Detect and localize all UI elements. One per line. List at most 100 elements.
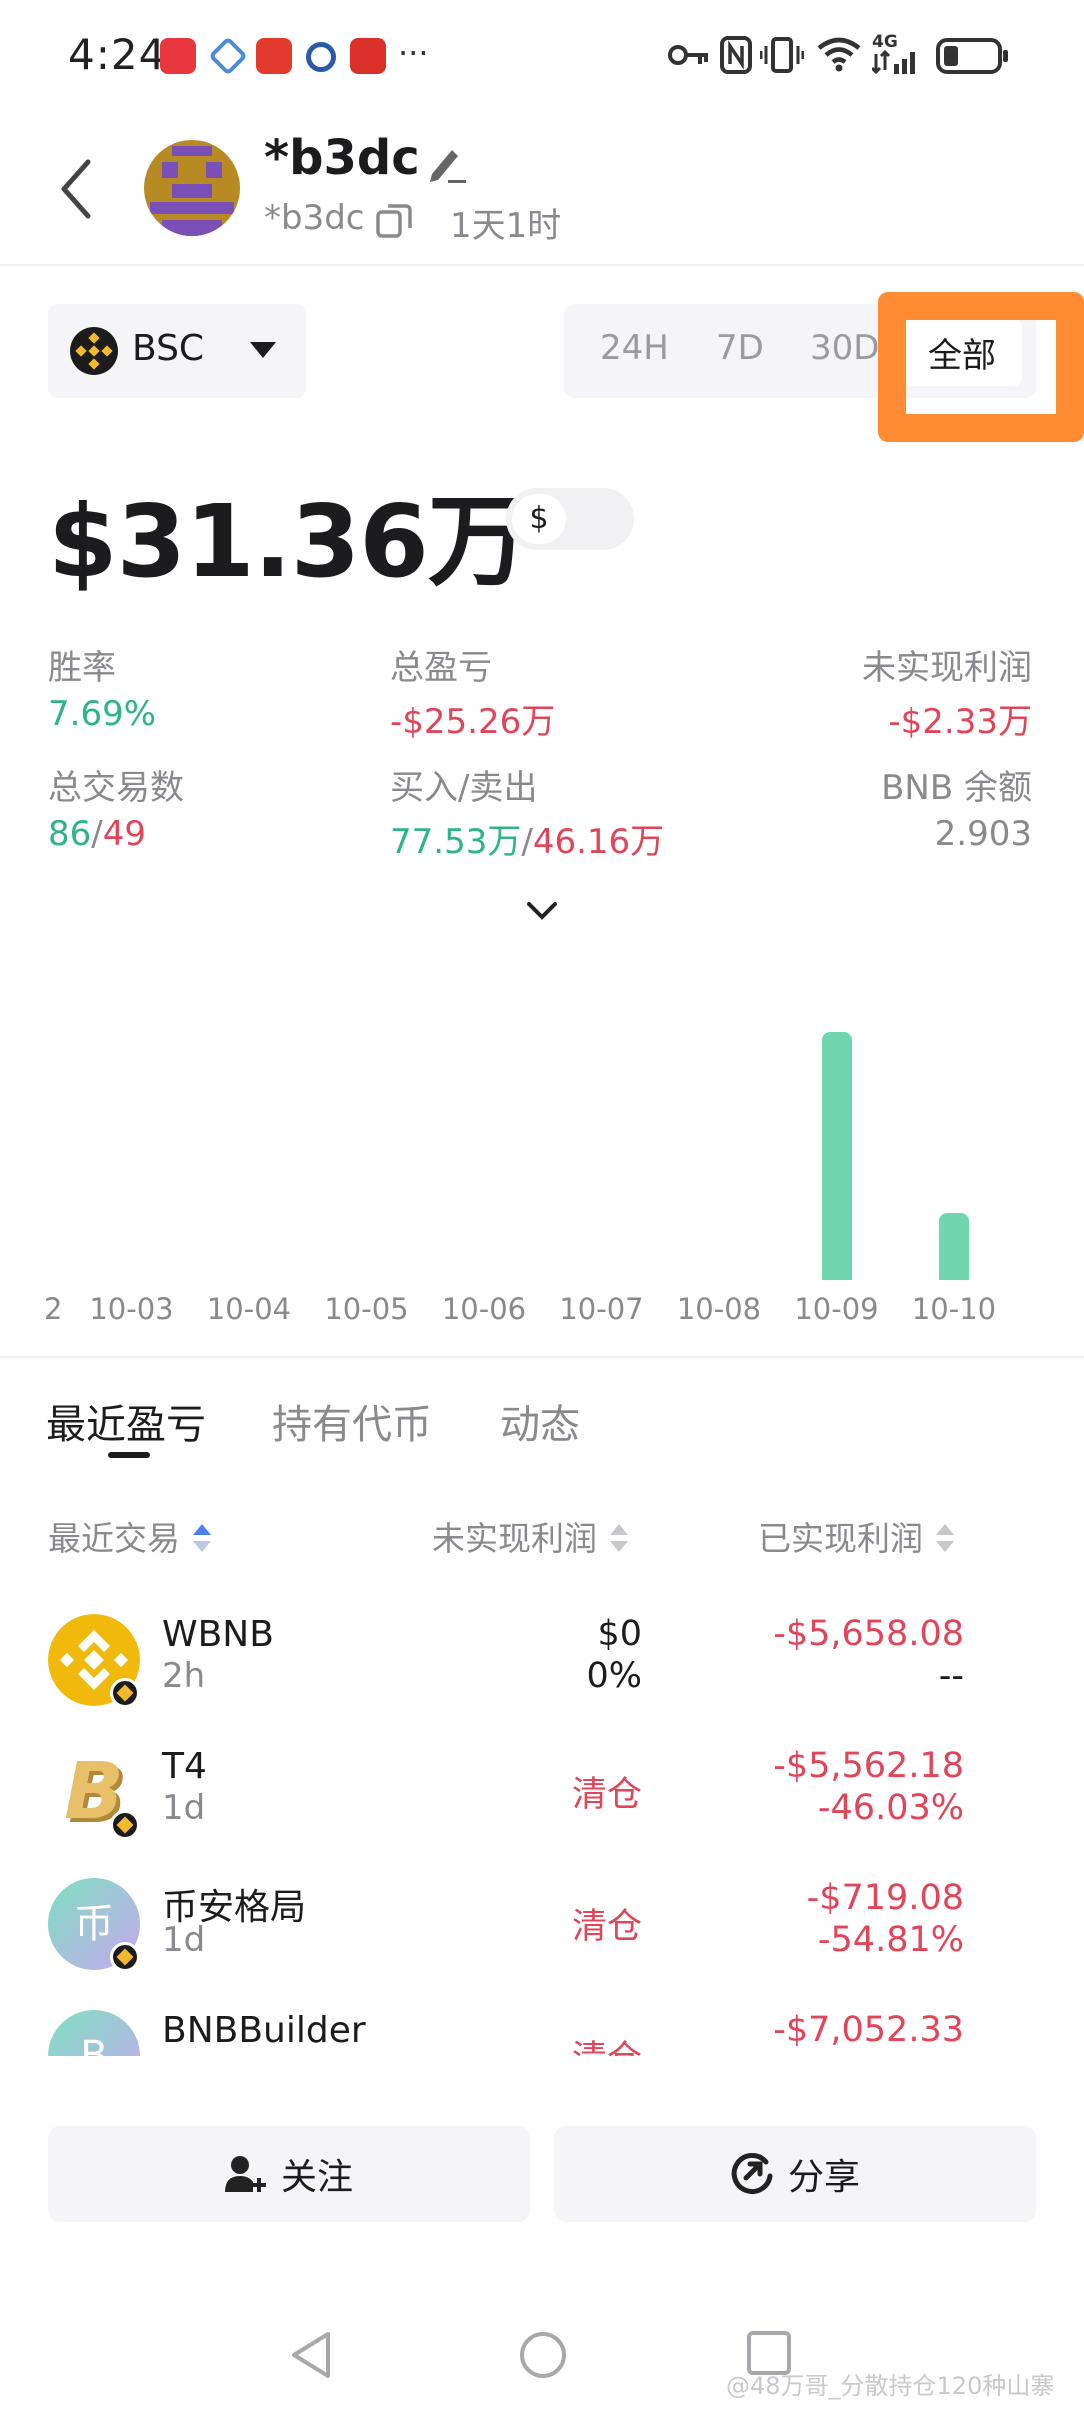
token-time: 1d [162, 1788, 206, 1828]
app-notification-icon [160, 38, 196, 74]
unrealized-label: 未实现利润 [862, 648, 1032, 688]
watermark: @48万哥_分散持仓120种山寨 [726, 2372, 1055, 2400]
realized-percent: -54.81% [817, 1920, 964, 1960]
win-rate-value: 7.69% [48, 694, 157, 734]
more-notifications-icon: ··· [398, 34, 429, 72]
table-row[interactable]: B BNBBuilder 清仓 -$7,052.33 [0, 1974, 1084, 2056]
back-arrow-icon[interactable] [56, 156, 96, 222]
unrealized-percent: 0% [586, 1656, 642, 1696]
col-realized-label: 已实现利润 [758, 1519, 923, 1558]
nav-back-icon[interactable] [288, 2330, 332, 2380]
share-icon [731, 2153, 773, 2194]
unrealized-value: 清仓 [572, 2030, 642, 2056]
unrealized-value: $0 [597, 1614, 642, 1654]
x-axis-tick-label: 10-08 [676, 1292, 762, 1326]
trade-losses: 49 [102, 814, 146, 854]
col-recent-trade[interactable]: 最近交易 [48, 1512, 213, 1560]
bnb-balance-label: BNB 余额 [881, 768, 1032, 808]
bnb-chain-badge [110, 1810, 140, 1840]
token-name: T4 [162, 1746, 207, 1787]
range-24h[interactable]: 24H [600, 328, 669, 368]
table-row[interactable]: B T4 1d 清仓 -$5,562.18 -46.03% [0, 1710, 1084, 1840]
total-balance: $31.36万 [48, 483, 528, 600]
unrealized-value: -$2.33万 [888, 702, 1032, 742]
token-name: BNBBuilder [162, 2010, 366, 2051]
chart-bar [821, 1032, 852, 1280]
bnb-chain-badge [110, 1678, 140, 1708]
chart-bar [939, 1213, 969, 1280]
buy-amount: 77.53万 [390, 822, 522, 862]
x-axis-tick-label: 10-04 [206, 1292, 292, 1326]
trade-count-label: 总交易数 [48, 768, 184, 808]
follow-button[interactable]: 关注 [48, 2126, 530, 2222]
trade-wins: 86 [48, 814, 92, 854]
col-realized[interactable]: 已实现利润 [758, 1512, 956, 1560]
col-unrealized-label: 未实现利润 [432, 1519, 597, 1558]
app-notification-icon [208, 36, 248, 76]
x-axis-tick-label: 10-03 [89, 1292, 174, 1326]
col-unrealized[interactable]: 未实现利润 [432, 1512, 630, 1560]
tab-recent-pnl[interactable]: 最近盈亏 [46, 1392, 206, 1450]
battery-icon [936, 38, 1008, 74]
token-name: WBNB [162, 1614, 274, 1655]
token-letter: B [80, 2033, 108, 2056]
realized-value: -$5,562.18 [773, 1746, 964, 1786]
token-letter-icon: B [48, 2010, 140, 2056]
chain-name: BSC [132, 328, 205, 369]
copy-icon[interactable] [374, 200, 414, 240]
header-divider [0, 264, 1084, 266]
dropdown-triangle-icon [250, 342, 276, 358]
token-time: 2h [162, 1656, 206, 1696]
chain-selector[interactable]: BSC [48, 304, 306, 398]
realized-value: -$719.08 [806, 1878, 964, 1918]
network-type-label: 4G [872, 32, 898, 52]
follow-label: 关注 [280, 2157, 353, 2198]
token-time: 1d [162, 1920, 206, 1960]
edit-icon[interactable] [424, 142, 468, 186]
avatar [144, 140, 240, 236]
buy-sell-sep: / [521, 822, 533, 862]
range-30d[interactable]: 30D [810, 328, 879, 368]
x-axis-tick-label: 10-06 [441, 1292, 527, 1326]
sort-icon [192, 1524, 211, 1552]
realized-percent: -46.03% [817, 1788, 964, 1828]
active-tab-indicator [108, 1452, 150, 1458]
status-time: 4:24 [68, 30, 167, 79]
nfc-icon [720, 36, 752, 74]
sell-amount: 46.16万 [532, 822, 665, 862]
expand-chevron-icon[interactable] [526, 900, 558, 922]
range-7d[interactable]: 7D [716, 328, 764, 368]
trade-sep: / [91, 814, 103, 854]
add-user-icon [224, 2156, 266, 2192]
share-button[interactable]: 分享 [554, 2126, 1036, 2222]
x-axis-tick-label: 10-05 [324, 1292, 409, 1326]
nav-home-icon[interactable] [518, 2330, 568, 2380]
tab-holdings[interactable]: 持有代币 [272, 1392, 432, 1450]
tab-activity[interactable]: 动态 [500, 1392, 580, 1450]
table-row[interactable]: 币 币安格局 1d 清仓 -$719.08 -54.81% [0, 1842, 1084, 1972]
share-label: 分享 [787, 2157, 860, 2198]
realized-value: -$7,052.33 [773, 2010, 964, 2050]
app-notification-icon [256, 38, 292, 74]
unrealized-value: 清仓 [571, 1775, 642, 1815]
total-pnl-value: -$25.26万 [390, 702, 556, 742]
bnb-chain-badge [110, 1942, 140, 1972]
key-icon [668, 45, 708, 65]
vibrate-icon [760, 37, 804, 73]
highlight-box [878, 292, 1084, 442]
pnl-bar-chart [0, 960, 1084, 1280]
app-notification-icon [350, 38, 386, 74]
sort-icon [609, 1524, 628, 1552]
chart-divider [0, 1356, 1084, 1358]
table-row[interactable]: WBNB 2h $0 0% -$5,658.08 -- [0, 1580, 1084, 1710]
bnb-chain-icon [70, 327, 118, 375]
wifi-icon [817, 37, 861, 72]
trade-list: WBNB 2h $0 0% -$5,658.08 -- B T4 1d 清仓 -… [0, 1580, 1084, 2056]
currency-toggle-knob: $ [512, 494, 566, 544]
x-axis-tick-label: 2 [44, 1292, 63, 1326]
x-axis-tick-label: 10-10 [911, 1292, 997, 1326]
realized-value: -$5,658.08 [773, 1614, 964, 1654]
win-rate-label: 胜率 [48, 648, 116, 688]
col-recent-label: 最近交易 [48, 1519, 180, 1558]
total-pnl-label: 总盈亏 [390, 648, 492, 688]
